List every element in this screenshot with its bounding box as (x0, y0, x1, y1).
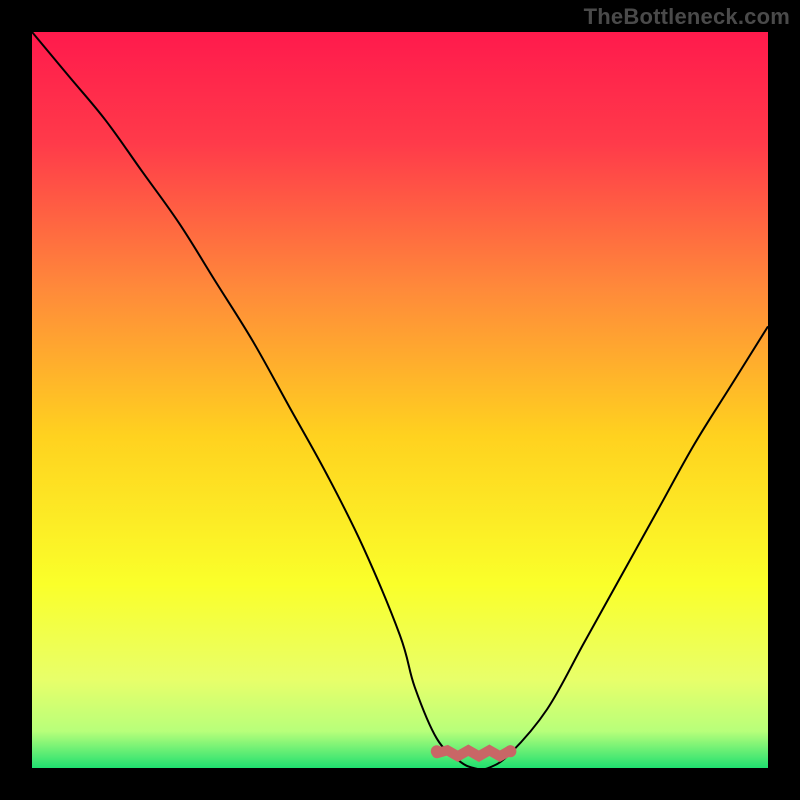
optimal-zone-left-dot (431, 745, 443, 757)
chart-container: TheBottleneck.com (0, 0, 800, 800)
watermark: TheBottleneck.com (584, 4, 790, 30)
bottleneck-chart (32, 32, 768, 768)
optimal-zone-right-dot (504, 745, 516, 757)
gradient-background (32, 32, 768, 768)
optimal-zone-band (437, 750, 511, 756)
